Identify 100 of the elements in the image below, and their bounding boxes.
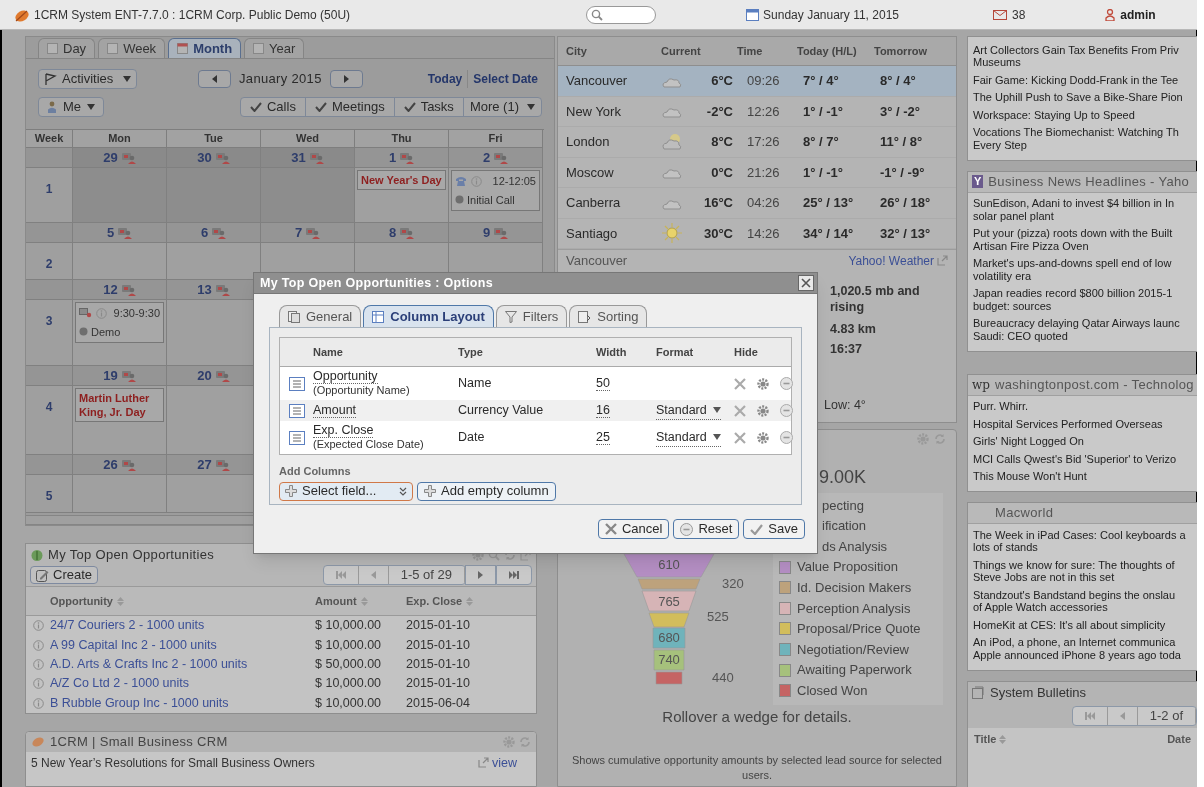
hide-icon[interactable]	[734, 431, 746, 444]
column-header[interactable]: Opportunity	[50, 592, 113, 610]
news-link[interactable]: Purr. Whirr.	[968, 397, 1197, 415]
event-card[interactable]: 12-12:05 Initial Call	[451, 170, 540, 211]
column-header[interactable]: Exp. Close	[406, 592, 463, 610]
select-date-link[interactable]: Select Date	[468, 70, 538, 88]
news-link[interactable]: Bureaucracy delaying Qatar Airways launc Saudi: CEO quoted	[968, 314, 1197, 345]
date-number[interactable]: 1	[388, 147, 397, 168]
view-tab[interactable]: Year	[244, 38, 305, 58]
date-number[interactable]: 12	[103, 279, 118, 300]
mail-count[interactable]: 38	[1012, 5, 1026, 24]
filter-toggle[interactable]: Calls	[241, 98, 306, 116]
news-link[interactable]: Workspace: Staying Up to Speed	[968, 106, 1197, 124]
news-link[interactable]: The Week in iPad Cases: Cool keyboards a lots of stands	[968, 526, 1197, 556]
news-link[interactable]: Vocations The Biomechanist: Watching Th Every Step	[968, 123, 1197, 154]
last-page-button[interactable]	[496, 565, 532, 585]
funnel-segment[interactable]	[623, 554, 715, 578]
event-card[interactable]: 9:30-9:30 Demo	[75, 302, 164, 343]
weather-row[interactable]: London 8°C 17:26 8° / 7° 11° / 8°	[558, 127, 956, 158]
column-header[interactable]: Amount	[315, 592, 357, 610]
filter-toggle[interactable]: Tasks	[394, 98, 464, 116]
close-button[interactable]	[798, 275, 814, 291]
column-name[interactable]: Exp. Close	[313, 424, 374, 438]
user-name[interactable]: admin	[1120, 5, 1156, 24]
more-dropdown[interactable]: More (1)	[463, 98, 541, 116]
opportunity-link[interactable]: A/Z Co Ltd 2 - 1000 units	[50, 674, 315, 694]
news-link[interactable]: Market's ups-and-downs spell end of low volatility era	[968, 254, 1197, 285]
news-link[interactable]: This Mouse Won't Hunt	[968, 467, 1197, 485]
week-number[interactable]: 5	[45, 487, 53, 512]
hide-icon[interactable]	[734, 377, 746, 390]
date-number[interactable]: 2	[482, 147, 491, 168]
date-number[interactable]: 9	[482, 222, 491, 243]
settings-icon[interactable]	[757, 431, 769, 444]
news-link[interactable]: Art Collectors Gain Tax Benefits From Priv Museums	[968, 41, 1197, 71]
hide-icon[interactable]	[734, 404, 746, 417]
list-icon[interactable]	[288, 403, 305, 418]
week-number[interactable]: 2	[45, 255, 53, 279]
create-button[interactable]: Create	[30, 566, 99, 584]
format-dropdown[interactable]: Standard	[656, 427, 721, 448]
search-field[interactable]	[586, 5, 657, 24]
select-field-dropdown[interactable]: Select field...	[279, 481, 413, 501]
funnel-segment[interactable]	[641, 590, 697, 612]
news-link[interactable]: Japan readies record $800 billion 2015-1 budget: sources	[968, 284, 1197, 315]
list-icon[interactable]	[288, 430, 305, 445]
remove-icon[interactable]	[780, 377, 793, 390]
news-link[interactable]: An iPod, a phone, an Internet communica Apple announced iPhone 8 years ago toda	[968, 633, 1197, 664]
format-dropdown[interactable]: Standard	[656, 400, 721, 421]
week-number[interactable]: 3	[45, 312, 53, 365]
date-number[interactable]: 7	[294, 222, 303, 243]
news-link[interactable]: Put your (pizza) roots down with the Built Artisan Fire Pizza Oven	[968, 224, 1197, 255]
column-header[interactable]: Date	[1167, 731, 1191, 748]
week-number[interactable]: 4	[45, 398, 53, 454]
dialog-button[interactable]: Reset	[673, 519, 740, 539]
view-link[interactable]: view	[492, 753, 517, 773]
dialog-tab[interactable]: General	[279, 305, 362, 327]
weather-row[interactable]: Canberra 16°C 04:26 25° / 13° 26° / 18°	[558, 188, 956, 219]
width-value[interactable]: 50	[596, 376, 610, 392]
settings-icon[interactable]	[757, 404, 769, 417]
previous-month-button[interactable]	[198, 70, 231, 88]
width-value[interactable]: 25	[596, 430, 610, 446]
column-header[interactable]: Title	[974, 731, 997, 748]
remove-icon[interactable]	[780, 431, 793, 444]
date-number[interactable]: 19	[103, 365, 118, 386]
news-link[interactable]: Standzout's Bandstand begins the onslau of Apple Watch accessories	[968, 586, 1197, 616]
opportunity-link[interactable]: B Rubble Group Inc - 1000 units	[50, 693, 315, 713]
date-number[interactable]: 26	[103, 454, 118, 475]
width-value[interactable]: 16	[596, 403, 610, 419]
dialog-tab[interactable]: Sorting	[569, 305, 648, 327]
user-dropdown[interactable]: Me	[38, 97, 105, 117]
weather-row[interactable]: New York -2°C 12:26 1° / -1° 3° / -2°	[558, 96, 956, 127]
view-tab[interactable]: Week	[98, 38, 166, 58]
next-page-button[interactable]	[465, 565, 496, 585]
filter-toggle[interactable]: Meetings	[305, 98, 395, 116]
opportunity-link[interactable]: 24/7 Couriers 2 - 1000 units	[50, 616, 315, 636]
holiday-event[interactable]: New Year's Day	[357, 170, 446, 190]
view-tab[interactable]: Day	[38, 38, 96, 58]
list-icon[interactable]	[288, 376, 305, 391]
weather-row[interactable]: Santiago 30°C 14:26 34° / 14° 32° / 13°	[558, 218, 956, 249]
source-link[interactable]: Yahoo! Weather	[848, 251, 934, 270]
next-month-button[interactable]	[329, 70, 363, 88]
funnel-segment[interactable]	[653, 649, 685, 671]
news-link[interactable]: Girls' Night Logged On	[968, 432, 1197, 450]
view-tab[interactable]: Month	[168, 38, 242, 58]
funnel-segment[interactable]	[655, 671, 683, 685]
news-link[interactable]: Fair Game: Kicking Dodd-Frank in the Tee	[968, 71, 1197, 89]
week-number[interactable]: 1	[45, 180, 53, 222]
news-link[interactable]: SunEdison, Adani to invest $4 billion in In solar panel plant	[968, 194, 1197, 225]
weather-row[interactable]: Vancouver 6°C 09:26 7° / 4° 8° / 4°	[558, 66, 956, 97]
activities-dropdown[interactable]: Activities	[38, 69, 137, 89]
news-link[interactable]: Hospital Services Performed Overseas	[968, 415, 1197, 433]
date-number[interactable]: 20	[197, 365, 212, 386]
dialog-button[interactable]: Cancel	[597, 519, 670, 539]
date-number[interactable]: 6	[200, 222, 209, 243]
date-number[interactable]: 27	[197, 454, 212, 475]
opportunity-link[interactable]: A.D. Arts & Crafts Inc 2 - 1000 units	[50, 655, 315, 674]
today-link[interactable]: Today	[427, 70, 469, 88]
weather-row[interactable]: Moscow 0°C 21:26 1° / -1° -1° / -9°	[558, 157, 956, 188]
holiday-event[interactable]: Martin Luther King, Jr. Day	[75, 388, 164, 422]
date-number[interactable]: 8	[388, 222, 397, 243]
news-link[interactable]: MCI Calls Qwest's Bid 'Superior' to Verizo	[968, 450, 1197, 468]
